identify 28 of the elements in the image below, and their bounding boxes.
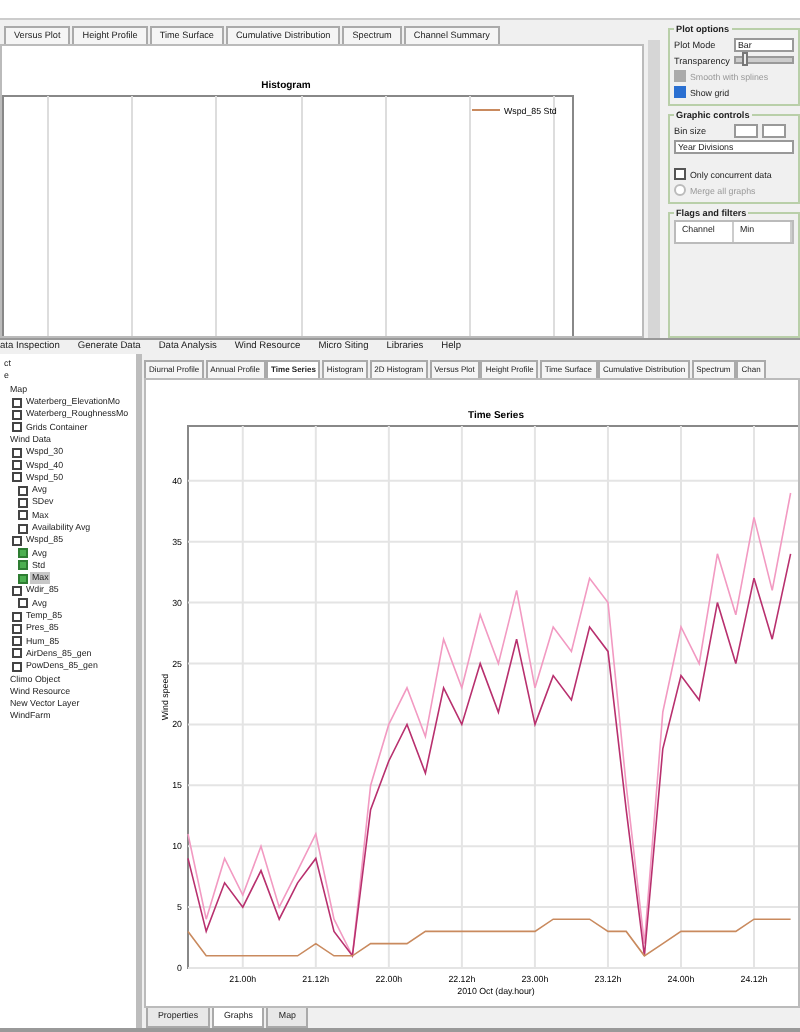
spin-field[interactable] <box>734 123 758 137</box>
tree-checkbox[interactable] <box>12 409 22 420</box>
checkbox[interactable] <box>674 86 686 98</box>
tree-checkbox[interactable] <box>12 611 22 622</box>
tree-checkbox[interactable] <box>18 485 28 496</box>
tree-checkbox[interactable] <box>12 535 22 546</box>
tree-checkbox[interactable] <box>18 510 28 521</box>
tree-checkbox[interactable] <box>12 447 22 458</box>
tree-checkbox[interactable] <box>12 636 22 647</box>
tree-checkbox[interactable] <box>12 460 22 471</box>
slider-thumb[interactable] <box>742 52 749 66</box>
tree-checkbox[interactable] <box>18 548 28 559</box>
tree-checkbox[interactable] <box>18 573 28 584</box>
transparency-slider[interactable] <box>734 56 794 64</box>
checkbox[interactable] <box>674 168 686 180</box>
tree-checkbox[interactable] <box>18 560 28 571</box>
tree-checkbox[interactable] <box>12 472 22 483</box>
tree-checkbox[interactable] <box>18 598 28 609</box>
tree-checkbox[interactable] <box>12 661 22 672</box>
tree-checkbox[interactable] <box>12 422 22 433</box>
tree-checkbox[interactable] <box>12 648 22 659</box>
tree-checkbox[interactable] <box>12 585 22 596</box>
tree-checkbox[interactable] <box>18 523 28 533</box>
tree-checkbox[interactable] <box>12 623 22 634</box>
spin-field[interactable] <box>762 123 786 137</box>
tree-checkbox[interactable] <box>12 397 22 408</box>
tree-checkbox[interactable] <box>18 497 28 508</box>
scrollbar[interactable] <box>648 40 660 338</box>
